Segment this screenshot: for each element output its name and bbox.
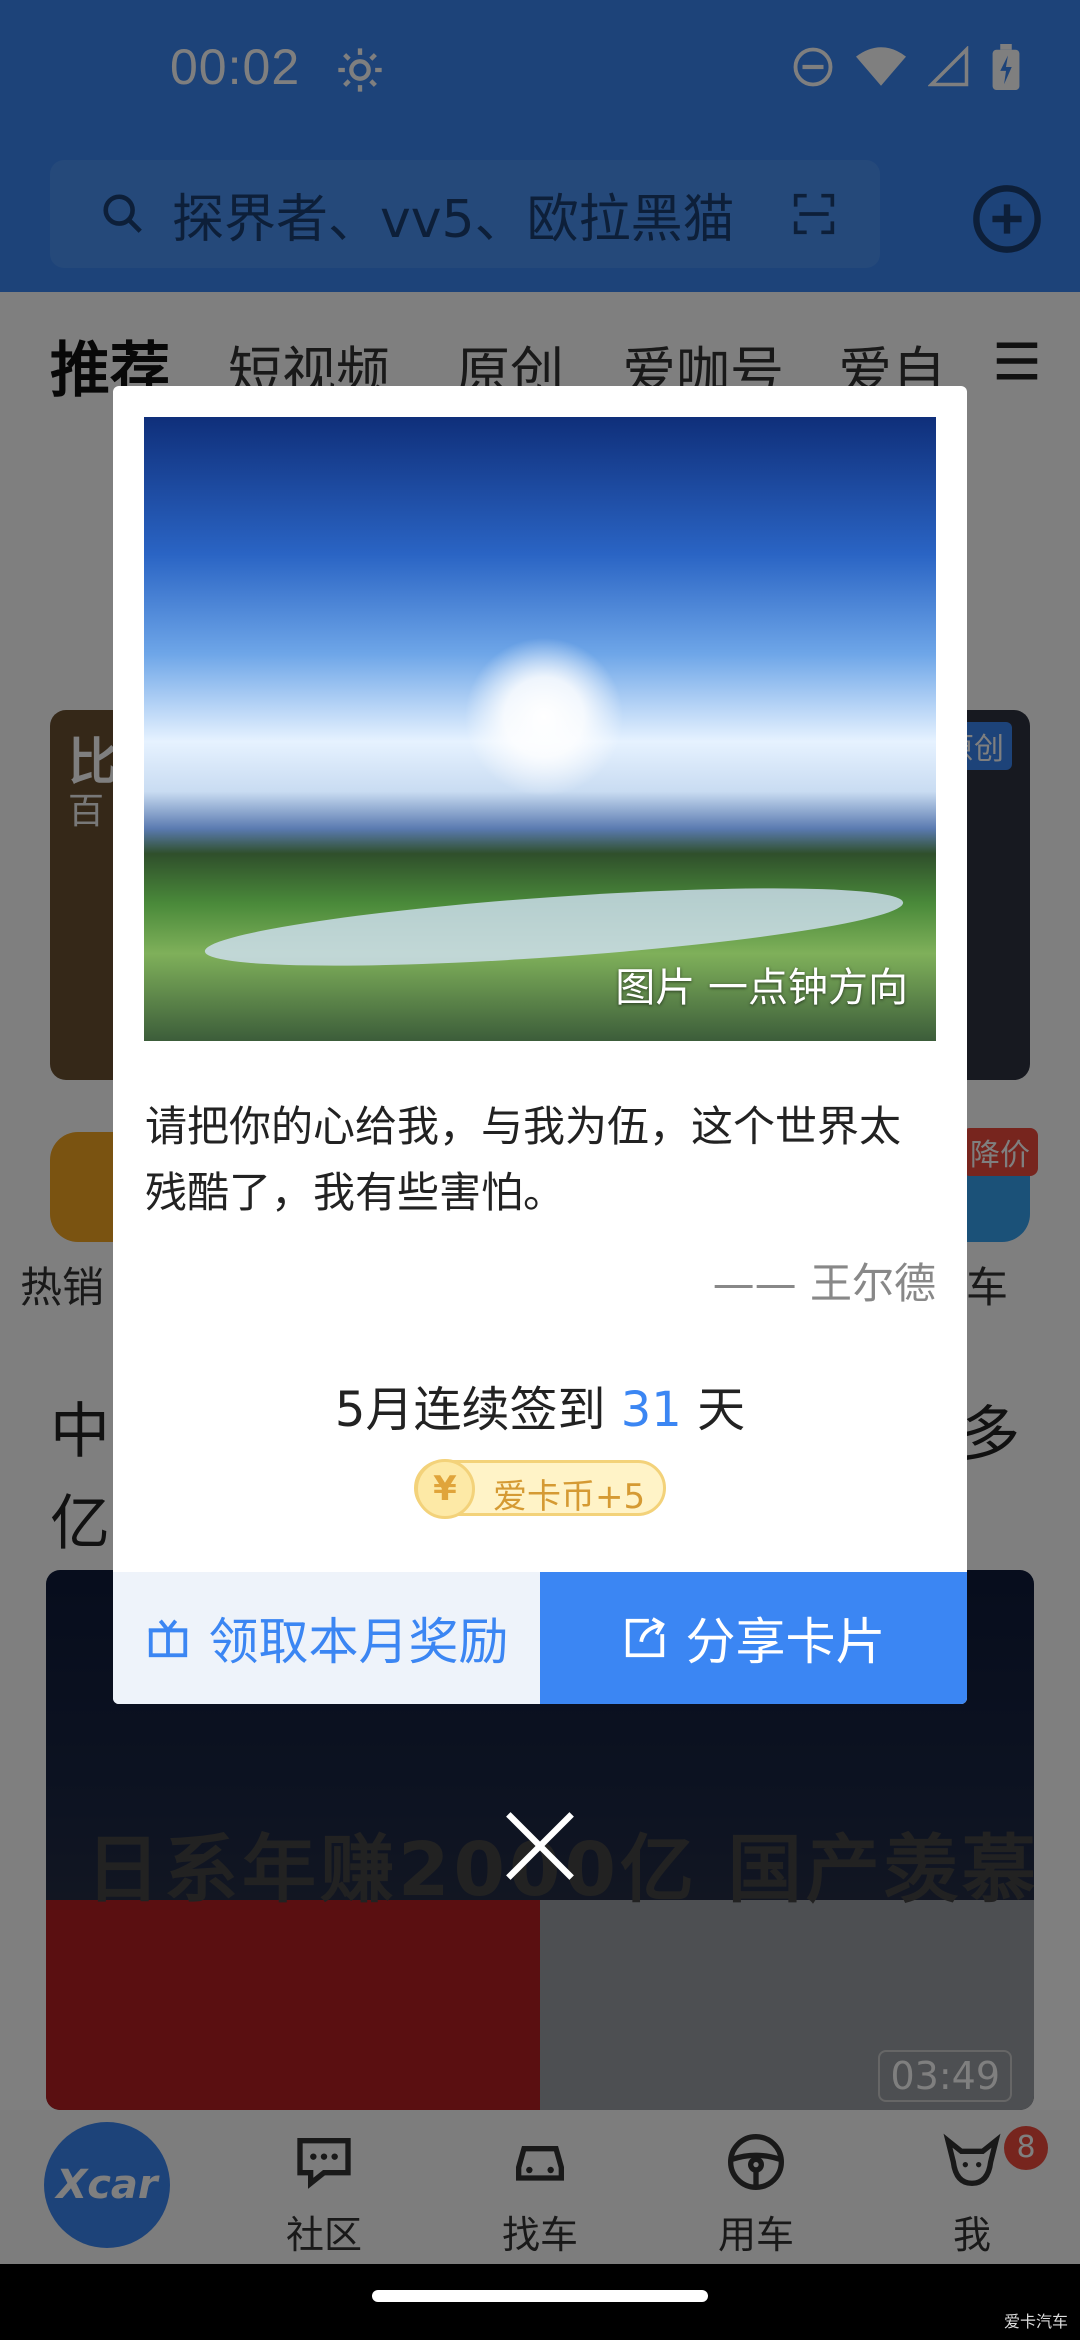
home-indicator[interactable] — [372, 2290, 708, 2302]
signin-prefix: 5月连续签到 — [334, 1382, 606, 1438]
coin-icon: ¥ — [415, 1459, 475, 1519]
claim-reward-label: 领取本月奖励 — [208, 1613, 509, 1671]
signin-days: 31 — [620, 1382, 682, 1438]
close-icon[interactable] — [502, 1808, 578, 1884]
quote-text: 请把你的心给我，与我为伍，这个世界太残酷了，我有些害怕。 — [145, 1102, 902, 1217]
share-icon — [625, 1617, 665, 1658]
coin-reward-pill: ¥ 爱卡币+5 — [414, 1459, 666, 1519]
coin-reward-text: 爱卡币+5 — [493, 1477, 646, 1517]
signin-suffix: 天 — [697, 1382, 746, 1438]
photo-credit: 图片 一点钟方向 — [615, 965, 908, 1011]
sun-glow — [464, 637, 624, 797]
share-card-label: 分享卡片 — [685, 1613, 886, 1671]
gesture-bar: 爱卡汽车 — [0, 2264, 1080, 2340]
quote-author: —— 王尔德 — [712, 1259, 936, 1308]
gift-icon — [148, 1619, 187, 1658]
claim-reward-button[interactable]: 领取本月奖励 — [113, 1572, 540, 1704]
watermark: 爱卡汽车 — [1003, 2312, 1068, 2331]
share-card-button[interactable]: 分享卡片 — [540, 1572, 967, 1704]
landscape-photo: 图片 一点钟方向 — [144, 417, 936, 1041]
signin-card-modal: 图片 一点钟方向 请把你的心给我，与我为伍，这个世界太残酷了，我有些害怕。 ——… — [113, 386, 967, 1704]
signin-streak: 5月连续签到 31 天 — [113, 1370, 967, 1440]
